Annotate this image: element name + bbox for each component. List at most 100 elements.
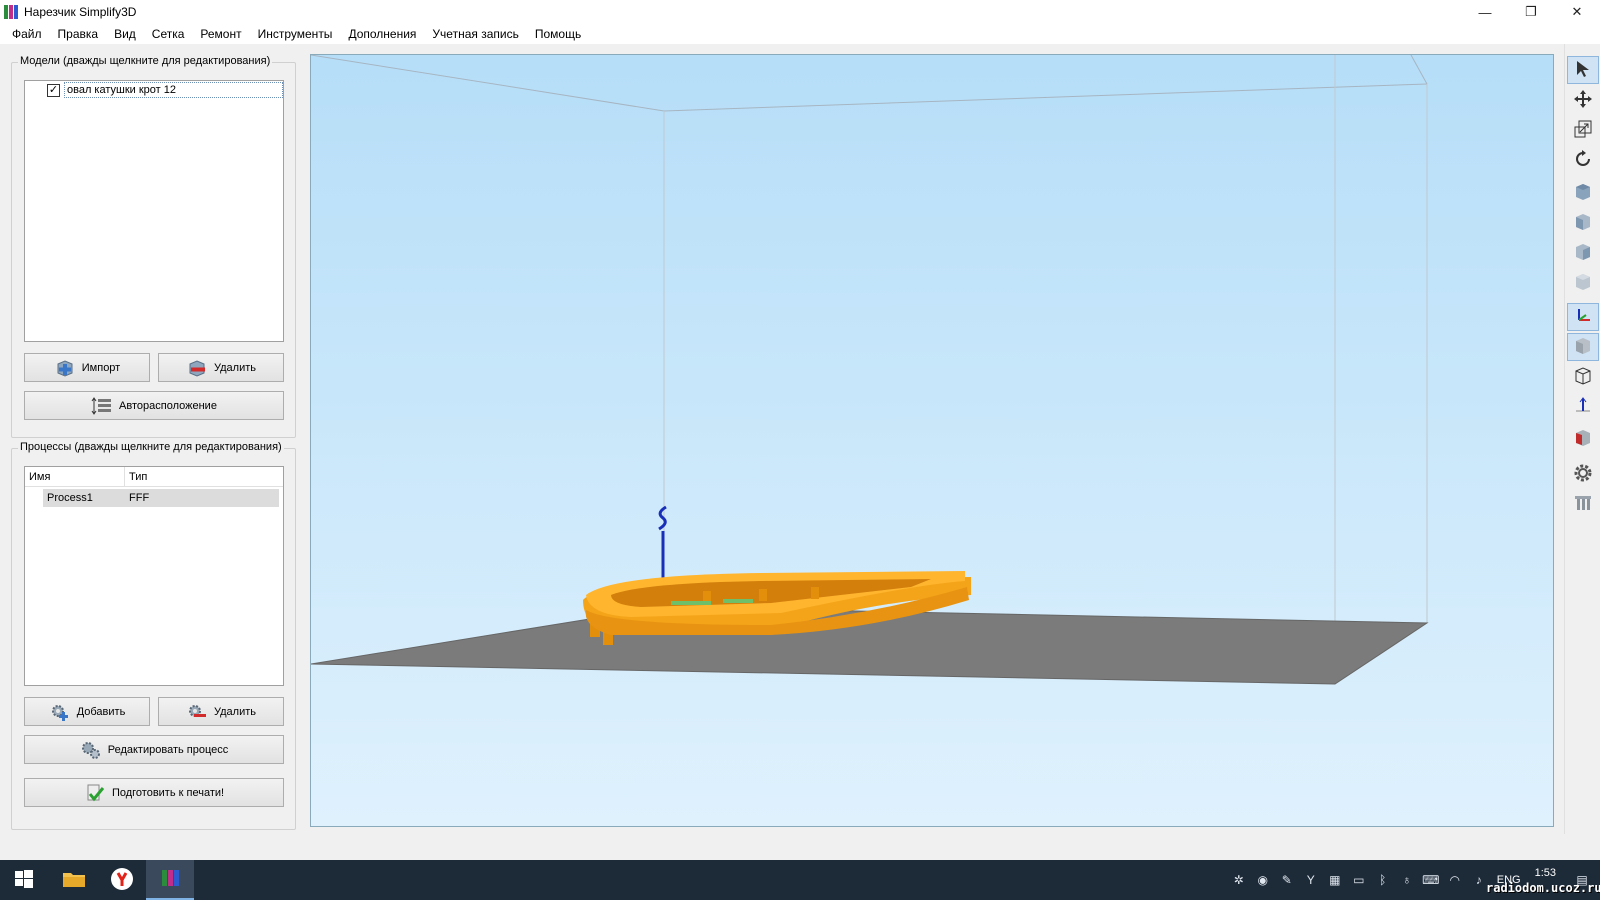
add-process-button[interactable]: Добавить: [24, 697, 150, 726]
watermark-text: radiodom.ucoz.ru: [1486, 881, 1600, 895]
menu-help[interactable]: Помощь: [527, 27, 589, 41]
volume-edge: [1410, 55, 1428, 85]
wireframe-toggle[interactable]: [1567, 363, 1599, 391]
volume-edge: [663, 83, 1428, 112]
axes-icon: [1573, 306, 1593, 329]
menu-account[interactable]: Учетная запись: [424, 27, 526, 41]
right-toolbar: [1564, 44, 1600, 834]
tray-viber-icon[interactable]: ◉: [1251, 860, 1275, 900]
scene-svg: [311, 55, 1429, 685]
cross-section-icon: [1573, 428, 1593, 451]
move-tool[interactable]: [1567, 86, 1599, 114]
tray-network-app-icon[interactable]: ▦: [1323, 860, 1347, 900]
scale-tool[interactable]: [1567, 116, 1599, 144]
menu-bar: Файл Правка Вид Сетка Ремонт Инструменты…: [0, 24, 1600, 44]
wireframe-icon: [1573, 366, 1593, 389]
bluetooth-icon[interactable]: ᛒ: [1371, 860, 1395, 900]
simplify3d-app-icon: [4, 5, 18, 19]
close-button[interactable]: ✕: [1554, 0, 1600, 24]
maximize-button[interactable]: ❐: [1508, 0, 1554, 24]
models-list[interactable]: ✓ овал катушки крот 12: [24, 80, 284, 342]
remove-process-label: Удалить: [214, 705, 256, 718]
rotate-tool[interactable]: [1567, 146, 1599, 174]
remove-model-button[interactable]: Удалить: [158, 353, 284, 382]
table-header: Имя Тип: [25, 467, 283, 487]
ime-icon[interactable]: ⌨: [1419, 860, 1443, 900]
select-arrow-icon: [1573, 59, 1593, 82]
move-icon: [1573, 89, 1593, 112]
wifi-icon[interactable]: ◠: [1443, 860, 1467, 900]
tray-settings-icon[interactable]: ✎: [1275, 860, 1299, 900]
cross-section-toggle[interactable]: [1567, 425, 1599, 453]
window-title: Нарезчик Simplify3D: [24, 5, 137, 19]
edit-process-button[interactable]: Редактировать процесс: [24, 735, 284, 764]
left-panel: Модели (дважды щелкните для редактирован…: [0, 46, 305, 836]
taskbar-simplify3d[interactable]: [146, 860, 194, 900]
process-name-cell: Process1: [47, 492, 93, 504]
normal-icon: [1573, 396, 1593, 419]
menu-tools[interactable]: Инструменты: [250, 27, 341, 41]
microphone-icon[interactable]: ♁: [1395, 860, 1419, 900]
settings-gear-icon: [1572, 462, 1594, 487]
menu-addons[interactable]: Дополнения: [340, 27, 424, 41]
solid-view-toggle[interactable]: [1567, 333, 1599, 361]
gear-remove-icon: [186, 702, 208, 722]
select-tool[interactable]: [1567, 56, 1599, 84]
column-type-header[interactable]: Тип: [125, 467, 283, 486]
menu-file[interactable]: Файл: [4, 27, 50, 41]
folder-icon: [62, 869, 86, 892]
support-icon: [1573, 493, 1593, 516]
tray-display-icon[interactable]: ▭: [1347, 860, 1371, 900]
taskbar-yandex-browser[interactable]: [98, 860, 146, 900]
model-visibility-checkbox[interactable]: ✓: [47, 83, 60, 97]
taskbar: ✲ ◉ ✎ Y ▦ ▭ ᛒ ♁ ⌨ ◠ ♪ ENG 1:53 ▤: [0, 860, 1600, 900]
rotate-icon: [1573, 149, 1593, 172]
table-row[interactable]: Process1 FFF: [43, 489, 279, 507]
menu-repair[interactable]: Ремонт: [192, 27, 249, 41]
import-button[interactable]: Импорт: [24, 353, 150, 382]
processes-group: Процессы (дважды щелкните для редактиров…: [11, 441, 296, 830]
windows-logo-icon: [15, 869, 33, 891]
cube-remove-icon: [186, 358, 208, 378]
solid-view-icon: [1573, 336, 1593, 359]
tray-yandex-icon[interactable]: Y: [1299, 860, 1323, 900]
tray-app-icon[interactable]: ✲: [1227, 860, 1251, 900]
view-side-icon: [1573, 242, 1593, 265]
view-top-icon: [1573, 272, 1593, 295]
auto-arrange-button[interactable]: Авторасположение: [24, 391, 284, 420]
view-iso-icon: [1573, 182, 1593, 205]
title-bar: Нарезчик Simplify3D — ❐ ✕: [0, 0, 1600, 24]
cube-add-icon: [54, 358, 76, 378]
settings-button[interactable]: [1567, 460, 1599, 488]
view-front-button[interactable]: [1567, 209, 1599, 237]
remove-model-label: Удалить: [214, 361, 256, 374]
list-item[interactable]: ✓ овал катушки крот 12: [25, 81, 283, 99]
support-button[interactable]: [1567, 490, 1599, 518]
menu-view[interactable]: Вид: [106, 27, 144, 41]
view-side-button[interactable]: [1567, 239, 1599, 267]
status-bar: [0, 836, 1600, 860]
prepare-to-print-button[interactable]: Подготовить к печати!: [24, 778, 284, 807]
menu-mesh[interactable]: Сетка: [144, 27, 193, 41]
menu-edit[interactable]: Правка: [50, 27, 107, 41]
view-iso-button[interactable]: [1567, 179, 1599, 207]
column-name-header[interactable]: Имя: [25, 467, 125, 486]
minimize-button[interactable]: —: [1462, 0, 1508, 24]
gears-icon: [80, 740, 102, 760]
yandex-browser-icon: [110, 867, 134, 894]
model-name: овал катушки крот 12: [64, 82, 283, 98]
processes-table[interactable]: Имя Тип Process1 FFF: [24, 466, 284, 686]
axes-toggle[interactable]: [1567, 303, 1599, 331]
view-top-button[interactable]: [1567, 269, 1599, 297]
arrange-icon: [91, 396, 113, 416]
clock-time: 1:53: [1534, 867, 1556, 879]
remove-process-button[interactable]: Удалить: [158, 697, 284, 726]
view-front-icon: [1573, 212, 1593, 235]
models-group-title: Модели (дважды щелкните для редактирован…: [18, 55, 273, 67]
start-button[interactable]: [0, 860, 48, 900]
process-type-cell: FFF: [129, 492, 150, 504]
edit-process-label: Редактировать процесс: [107, 743, 229, 756]
normals-toggle[interactable]: [1567, 393, 1599, 421]
taskbar-file-explorer[interactable]: [50, 860, 98, 900]
3d-viewport[interactable]: [310, 54, 1554, 827]
